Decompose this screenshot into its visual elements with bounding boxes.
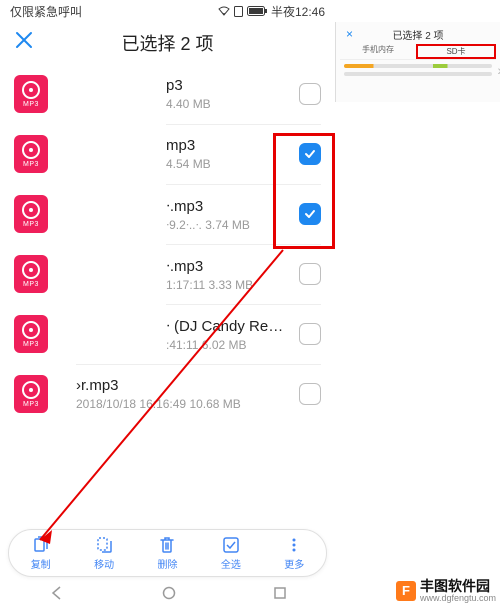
move-icon — [95, 536, 113, 554]
annotation-header: × 已选择 2 项 — [340, 26, 496, 42]
checkbox[interactable] — [299, 323, 321, 345]
file-meta: 2018/10/18 16:16:49 10.68 MB — [76, 397, 291, 411]
annotation-tab-phone: 手机内存 — [340, 44, 416, 59]
toolbar-label: 更多 — [284, 556, 304, 571]
annotation-close-icon: × — [346, 27, 353, 41]
copy-icon — [32, 536, 50, 554]
disc-icon — [22, 81, 40, 99]
mp3-badge: MP3 — [14, 315, 48, 353]
mp3-badge: MP3 — [14, 75, 48, 113]
wifi-icon — [218, 6, 230, 16]
file-meta: :41:11 6.02 MB — [166, 338, 291, 352]
watermark-logo: F — [396, 581, 416, 601]
file-text: ᐧ.mp3 ᐧ9.2ᐧ..ᐧ. 3.74 MB — [166, 197, 291, 232]
watermark: F 丰图软件园 www.dgfengtu.com — [396, 579, 496, 603]
select-icon — [222, 536, 240, 554]
checkbox[interactable] — [299, 143, 321, 165]
close-icon[interactable] — [14, 29, 34, 57]
disc-icon — [22, 201, 40, 219]
disc-icon — [22, 141, 40, 159]
toolbar-label: 全选 — [221, 556, 241, 571]
nav-recent-icon[interactable] — [273, 586, 287, 600]
nav-home-icon[interactable] — [162, 586, 176, 600]
mp3-badge: MP3 — [14, 255, 48, 293]
file-text: ᐧ.mp3 1:17:11 3.33 MB — [166, 257, 291, 292]
file-row[interactable]: MP3 ᐧ.mp3 ᐧ9.2ᐧ..ᐧ. 3.74 MB — [0, 184, 335, 244]
annotation-title: 已选择 2 项 — [392, 27, 443, 42]
more-icon — [285, 536, 303, 554]
watermark-url: www.dgfengtu.com — [420, 594, 496, 603]
mp3-badge: MP3 — [14, 375, 48, 413]
mp3-label: MP3 — [23, 161, 39, 168]
checkbox[interactable] — [299, 203, 321, 225]
disc-icon — [22, 381, 40, 399]
file-name: ᐧ.mp3 — [166, 197, 291, 215]
toolbar-trash-button[interactable]: 删除 — [157, 536, 177, 571]
file-meta: 4.54 MB — [166, 157, 291, 171]
toolbar-copy-button[interactable]: 复制 — [31, 536, 51, 571]
bottom-toolbar: 复制 移动 删除 全选 更多 — [8, 529, 327, 577]
status-bar: 仅限紧急呼叫 半夜12:46 — [0, 0, 335, 22]
annotation-inset: × 已选择 2 项 手机内存 SD卡 › — [335, 22, 500, 102]
mp3-label: MP3 — [23, 401, 39, 408]
trash-icon — [158, 536, 176, 554]
annotation-tab-sd: SD卡 — [416, 44, 496, 59]
toolbar-label: 删除 — [157, 556, 177, 571]
sim-icon — [234, 6, 243, 17]
android-nav-bar — [0, 579, 335, 607]
toolbar-select-button[interactable]: 全选 — [221, 536, 241, 571]
mp3-label: MP3 — [23, 101, 39, 108]
file-text: ᐧ (DJ Candy Remix).m… :41:11 6.02 MB — [166, 317, 291, 352]
disc-icon — [22, 321, 40, 339]
file-list: MP3 p3 4.40 MB MP3 mp3 4.54 MB MP3 ᐧ.mp3… — [0, 64, 335, 424]
file-text: p3 4.40 MB — [166, 77, 291, 111]
file-row[interactable]: MP3 ᐧ.mp3 1:17:11 3.33 MB — [0, 244, 335, 304]
header: 已选择 2 项 — [0, 22, 335, 64]
toolbar-more-button[interactable]: 更多 — [284, 536, 304, 571]
toolbar-label: 移动 — [94, 556, 114, 571]
battery-icon — [247, 6, 267, 16]
page-title: 已选择 2 项 — [0, 30, 335, 56]
disc-icon — [22, 261, 40, 279]
file-row[interactable]: MP3 ›r.mp3 2018/10/18 16:16:49 10.68 MB — [0, 364, 335, 424]
checkbox[interactable] — [299, 263, 321, 285]
file-text: mp3 4.54 MB — [166, 137, 291, 171]
checkbox[interactable] — [299, 83, 321, 105]
file-row[interactable]: MP3 mp3 4.54 MB — [0, 124, 335, 184]
file-row[interactable]: MP3 p3 4.40 MB — [0, 64, 335, 124]
file-text: ›r.mp3 2018/10/18 16:16:49 10.68 MB — [76, 377, 291, 411]
annotation-tabs: 手机内存 SD卡 — [340, 44, 496, 60]
mp3-label: MP3 — [23, 341, 39, 348]
file-name: ›r.mp3 — [76, 377, 291, 394]
toolbar-move-button[interactable]: 移动 — [94, 536, 114, 571]
status-right: 半夜12:46 — [218, 3, 325, 20]
status-time: 半夜12:46 — [271, 3, 325, 20]
mp3-label: MP3 — [23, 281, 39, 288]
checkbox[interactable] — [299, 383, 321, 405]
watermark-brand: 丰图软件园 — [420, 579, 496, 594]
file-name: ᐧ.mp3 — [166, 257, 291, 275]
file-meta: ᐧ9.2ᐧ..ᐧ. 3.74 MB — [166, 218, 291, 232]
file-name: p3 — [166, 77, 291, 94]
file-name: ᐧ (DJ Candy Remix).m… — [166, 317, 291, 335]
phone-frame: 仅限紧急呼叫 半夜12:46 已选择 2 项 MP3 p3 4.40 MB — [0, 0, 335, 607]
mp3-label: MP3 — [23, 221, 39, 228]
file-row[interactable]: MP3 ᐧ (DJ Candy Remix).m… :41:11 6.02 MB — [0, 304, 335, 364]
status-left-text: 仅限紧急呼叫 — [10, 3, 82, 20]
annotation-rows — [340, 64, 496, 76]
file-name: mp3 — [166, 137, 291, 154]
file-meta: 1:17:11 3.33 MB — [166, 278, 291, 292]
nav-back-icon[interactable] — [49, 585, 65, 601]
toolbar-label: 复制 — [31, 556, 51, 571]
mp3-badge: MP3 — [14, 135, 48, 173]
file-meta: 4.40 MB — [166, 97, 291, 111]
mp3-badge: MP3 — [14, 195, 48, 233]
